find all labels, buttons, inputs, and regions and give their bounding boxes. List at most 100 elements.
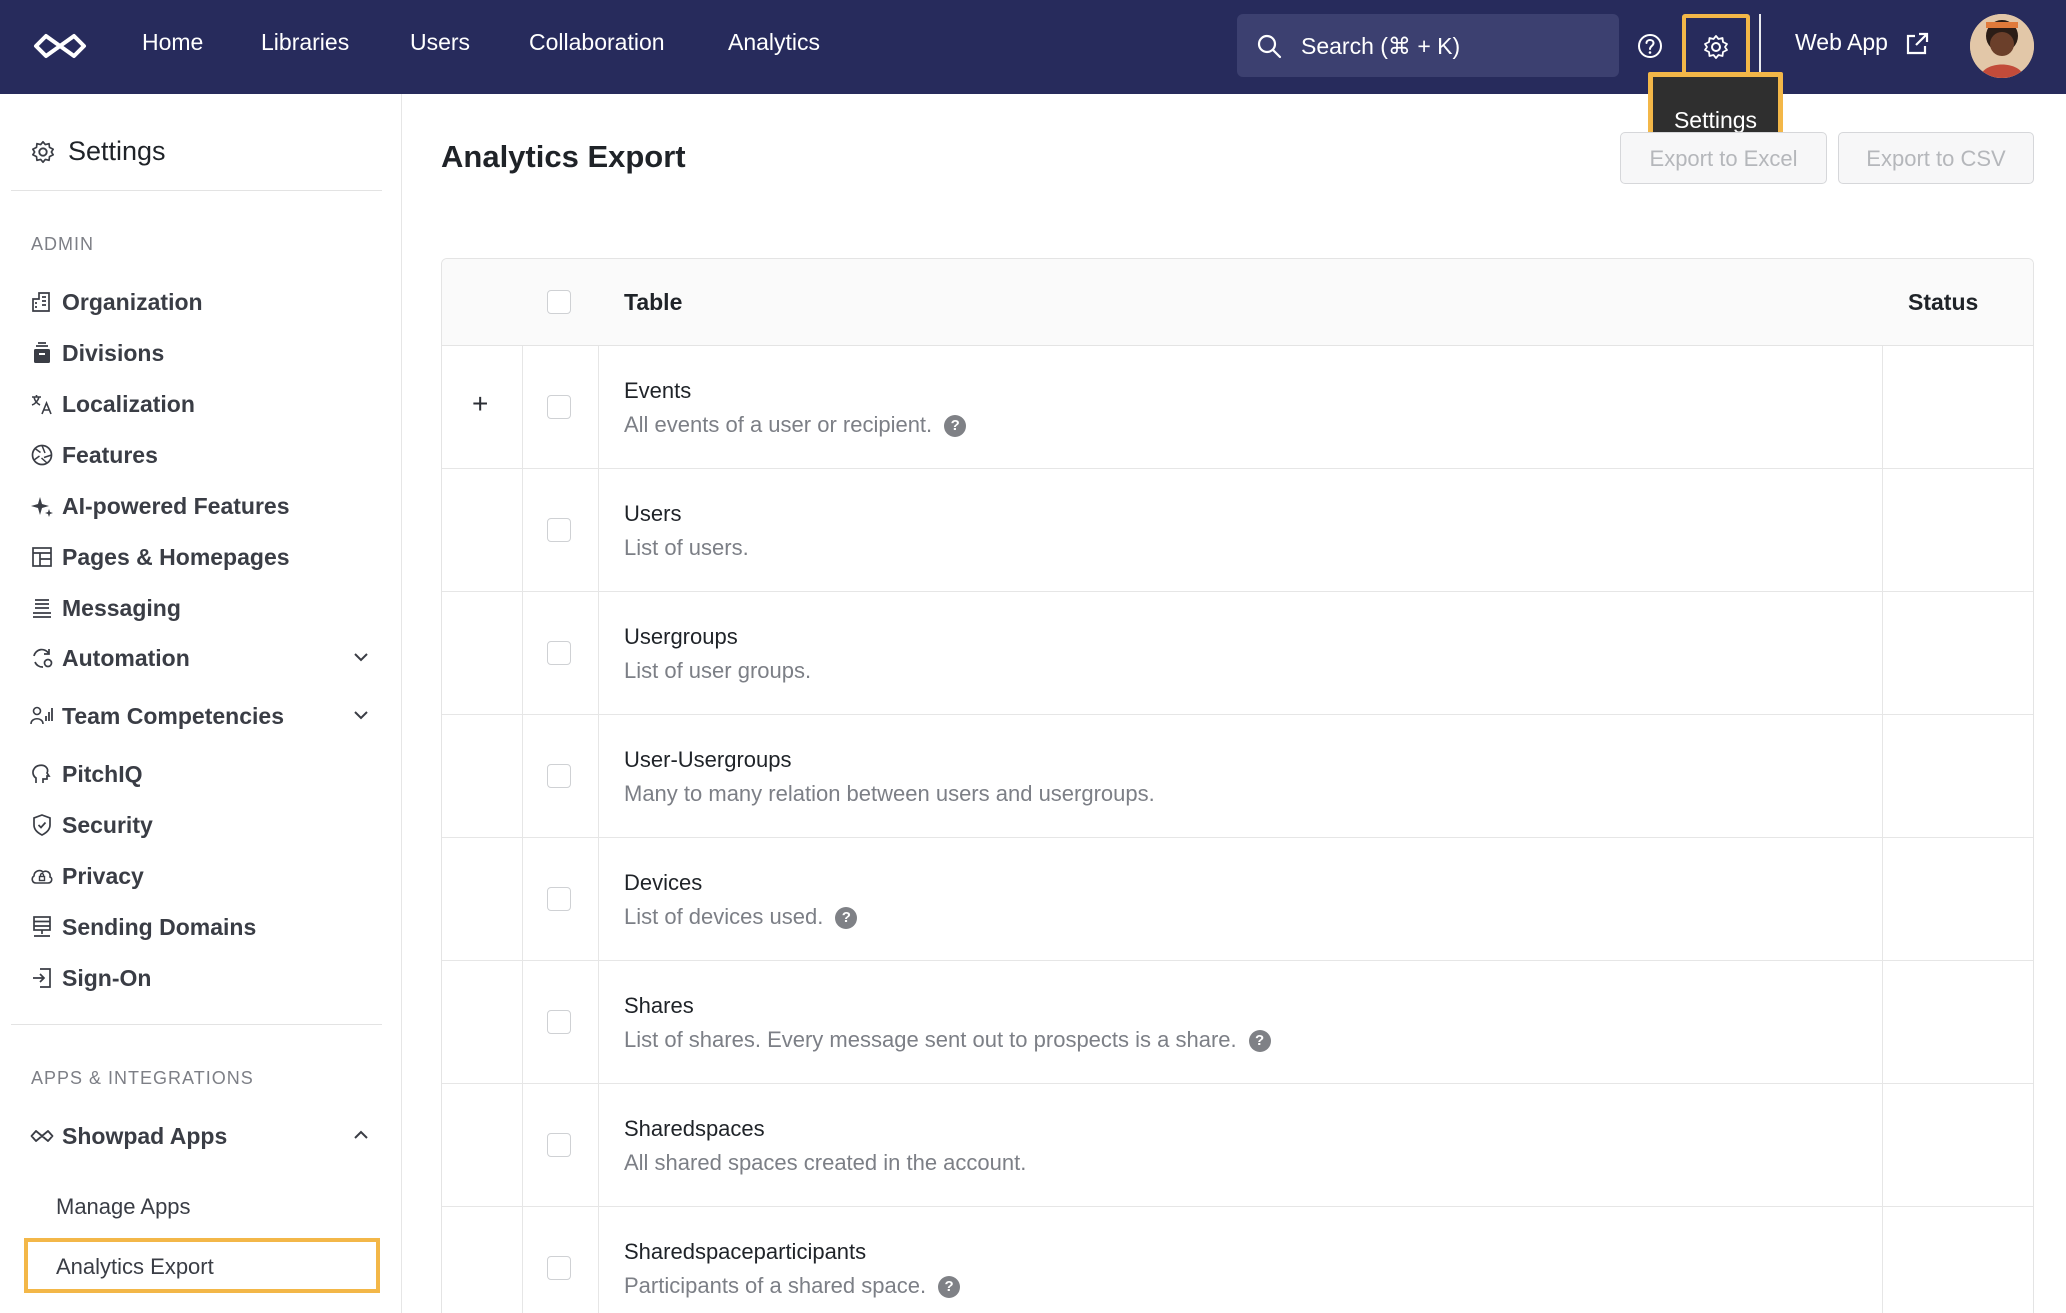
page-title: Analytics Export [441,139,686,174]
layout-icon [32,547,52,567]
export-table: Table Status + Events All events of a us… [441,258,2034,1313]
messaging-icon [33,599,51,618]
divisions-icon [34,342,50,363]
pitchiq-icon [32,764,51,783]
chevron-up-icon[interactable] [350,1124,372,1146]
row-name: Sharedspaces [624,1116,765,1141]
expand-row-button[interactable]: + [472,388,488,420]
table-row[interactable]: Usergroups List of user groups. [442,592,2033,715]
sidebar-item-label: Security [62,812,153,838]
row-checkbox[interactable] [547,1256,571,1280]
help-icon[interactable]: ? [944,415,967,437]
help-icon[interactable]: ? [938,1276,961,1298]
sidebar-item-label: Divisions [62,340,165,366]
export-csv-label: Export to CSV [1866,146,2006,171]
row-description: Many to many relation between users and … [624,781,1155,806]
table-row[interactable]: Sharedspaceparticipants Participants of … [442,1207,2033,1313]
row-checkbox[interactable] [547,764,571,788]
settings-sidebar: Settings ADMIN Organization Divisions Lo… [0,94,402,1313]
help-icon[interactable] [1636,32,1664,60]
row-description: List of devices used.? [624,904,858,930]
column-header-table: Table [624,289,683,315]
nav-home[interactable]: Home [142,29,203,56]
sidebar-item-label: Team Competencies [62,703,284,729]
chevron-down-icon[interactable] [350,646,372,668]
sidebar-item-label: PitchIQ [62,761,143,787]
web-app-link[interactable]: Web App [1795,29,1888,56]
export-csv-button[interactable]: Export to CSV [1838,132,2034,184]
sparkle-icon [31,497,53,517]
nav-libraries[interactable]: Libraries [261,29,349,56]
row-checkbox[interactable] [547,1010,571,1034]
section-label-admin: ADMIN [31,234,94,254]
sidebar-subitem-analytics-export[interactable]: Analytics Export [24,1238,380,1293]
sidebar-item-team-competencies[interactable]: Team Competencies [30,700,380,734]
showpad-logo-icon[interactable] [32,28,88,64]
sidebar-item-label: Organization [62,289,203,315]
sidebar-item-label: Localization [62,391,195,417]
table-row[interactable]: Users List of users. [442,469,2033,592]
shield-icon [33,814,51,836]
automation-icon [33,648,53,668]
sidebar-subitem-manage-apps[interactable]: Manage Apps [56,1194,191,1220]
search-placeholder: Search (⌘ + K) [1301,33,1461,59]
sidebar-item-automation[interactable]: Automation [30,642,380,676]
table-row[interactable]: Devices List of devices used.? [442,838,2033,961]
table-row[interactable]: User-Usergroups Many to many relation be… [442,715,2033,838]
row-description: All events of a user or recipient.? [624,412,967,438]
row-checkbox[interactable] [547,518,571,542]
row-name: Sharedspaceparticipants [624,1239,867,1264]
row-name: User-Usergroups [624,747,792,772]
table-row[interactable]: Sharedspaces All shared spaces created i… [442,1084,2033,1207]
sidebar-item-label: Pages & Homepages [62,544,290,570]
table-header: Table Status [442,259,2033,346]
row-checkbox[interactable] [547,887,571,911]
competencies-icon [30,706,53,725]
sidebar-item-label: Privacy [62,863,144,889]
column-header-status: Status [1908,289,1979,315]
sign-in-icon [33,968,51,988]
server-icon [33,916,51,937]
sidebar-subitem-label: Analytics Export [56,1254,214,1279]
sidebar-item-label: Automation [62,645,190,671]
chevron-down-icon[interactable] [350,704,372,726]
sidebar-group-showpad-apps[interactable]: Showpad Apps [30,1120,380,1154]
settings-button[interactable] [1682,14,1750,77]
row-name: Shares [624,993,694,1018]
row-checkbox[interactable] [547,1133,571,1157]
building-icon [32,292,50,312]
row-checkbox[interactable] [547,395,571,419]
tooltip-text: Settings [1673,107,1758,133]
aperture-icon [31,444,53,466]
row-checkbox[interactable] [547,641,571,665]
help-icon[interactable]: ? [1248,1030,1271,1052]
sidebar-item-label: Sending Domains [62,914,257,940]
nav-analytics[interactable]: Analytics [728,29,820,56]
avatar-image [1970,14,2034,78]
row-description: Participants of a shared space.? [624,1273,961,1299]
help-icon[interactable]: ? [835,907,858,929]
translate-icon [31,395,52,415]
nav-users[interactable]: Users [410,29,470,56]
sidebar-divider [11,1024,382,1025]
user-avatar[interactable] [1970,14,2034,78]
table-row[interactable]: Shares List of shares. Every message sen… [442,961,2033,1084]
external-link-icon[interactable] [1904,31,1930,57]
row-name: Users [624,501,682,526]
row-description: List of shares. Every message sent out t… [624,1027,1271,1053]
sidebar-item-label: Features [62,442,158,468]
row-description: List of users. [624,535,749,560]
table-row[interactable]: + Events All events of a user or recipie… [442,346,2033,469]
export-excel-label: Export to Excel [1649,146,1798,171]
sidebar-item-label: AI-powered Features [62,493,290,519]
sidebar-item-label: Showpad Apps [62,1123,228,1149]
nav-collaboration[interactable]: Collaboration [529,29,665,56]
row-name: Devices [624,870,703,895]
export-excel-button[interactable]: Export to Excel [1620,132,1827,184]
showpad-logo-icon [30,1130,54,1142]
sidebar-divider [11,190,382,191]
search-input[interactable]: Search (⌘ + K) [1237,14,1619,77]
gear-icon [31,140,55,164]
section-label-apps: APPS & INTEGRATIONS [31,1068,254,1088]
select-all-checkbox[interactable] [547,290,571,314]
